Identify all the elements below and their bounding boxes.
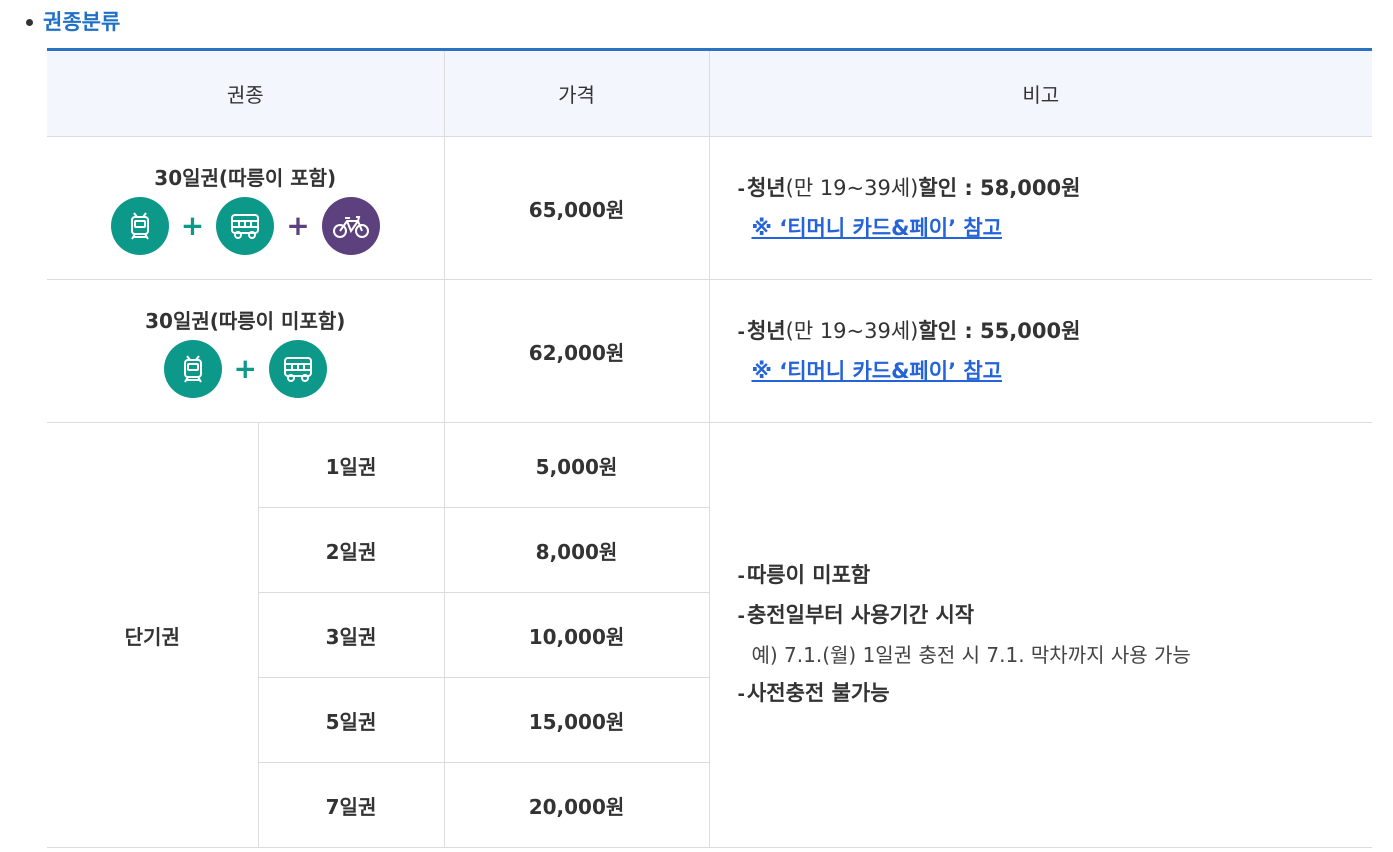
price-cell: 15,000원: [443, 677, 709, 763]
note-prefix: 청년: [746, 176, 786, 200]
price-cell: 20,000원: [443, 762, 709, 848]
note-discount-price: 할인 : 58,000원: [918, 176, 1081, 200]
header-ticket-type: 권종: [47, 49, 445, 137]
header-price: 가격: [443, 49, 710, 137]
transport-icons: +: [47, 339, 444, 398]
short-term-note-cell: - 따릉이 미포함 - 충전일부터 사용기간 시작 예) 7.1.(월) 1일권…: [708, 422, 1373, 848]
note-cell: - 청년 (만 19~39세) 할인 : 55,000원 ※ ‘티머니 카드&페…: [708, 279, 1373, 423]
note-text: 사전충전 불가능: [746, 681, 890, 705]
tmoney-reference-link[interactable]: ※ ‘티머니 카드&페이’ 참고: [752, 352, 1003, 390]
short-term-group-label: 단기권: [47, 422, 259, 848]
bus-icon: [268, 339, 327, 398]
ticket-type-table: 권종 가격 비고 30일권(따릉이 포함) + + 65,000원 - 청년 (…: [47, 48, 1372, 848]
note-prefix: 청년: [746, 319, 786, 343]
table-row: 30일권(따릉이 포함) + + 65,000원 - 청년 (만 19~39세)…: [47, 136, 1373, 280]
subway-icon: [110, 196, 169, 255]
bus-icon: [216, 196, 275, 255]
pass-name: 30일권(따릉이 미포함): [145, 308, 346, 333]
section-heading: 권종분류: [26, 6, 120, 36]
note-no-bike: - 따릉이 미포함: [738, 556, 1373, 596]
header-note: 비고: [708, 49, 1372, 137]
plus-icon: +: [286, 208, 310, 242]
bullet-icon: [26, 18, 33, 26]
price-cell: 10,000원: [443, 592, 709, 678]
note-text: 충전일부터 사용기간 시작: [746, 603, 975, 627]
discount-note: - 청년 (만 19~39세) 할인 : 55,000원: [738, 312, 1373, 352]
note-text: 따릉이 미포함: [746, 563, 871, 587]
bicycle-icon: [321, 196, 380, 255]
pass-name: 30일권(따릉이 포함): [154, 165, 337, 190]
dash-icon: -: [737, 322, 745, 343]
short-term-name: 1일권: [257, 422, 445, 508]
pass-type-cell: 30일권(따릉이 포함) + +: [47, 136, 445, 280]
price-cell: 62,000원: [443, 279, 710, 423]
plus-icon: +: [180, 208, 205, 242]
price-cell: 8,000원: [443, 507, 709, 593]
note-example: 예) 7.1.(월) 1일권 충전 시 7.1. 막차까지 사용 가능: [751, 643, 1191, 667]
plus-icon: +: [233, 351, 257, 385]
section-title: 권종분류: [43, 10, 121, 34]
short-term-name: 2일권: [258, 507, 445, 593]
note-age-range: (만 19~39세): [785, 176, 919, 200]
note-discount-price: 할인 : 55,000원: [918, 319, 1081, 343]
subway-icon: [163, 339, 222, 398]
short-term-name: 7일권: [258, 762, 445, 848]
transport-icons: + +: [47, 196, 444, 255]
table-row: 30일권(따릉이 미포함) + 62,000원 - 청년 (만 19~39세) …: [47, 279, 1373, 423]
dash-icon: -: [737, 566, 745, 587]
table-row: 단기권 1일권 5,000원 - 따릉이 미포함 - 충전일부터 사용기간 시작…: [47, 422, 1372, 848]
note-age-range: (만 19~39세): [785, 319, 919, 343]
note-cell: - 청년 (만 19~39세) 할인 : 58,000원 ※ ‘티머니 카드&페…: [708, 136, 1373, 280]
discount-note: - 청년 (만 19~39세) 할인 : 58,000원: [738, 169, 1373, 209]
short-term-name: 3일권: [258, 592, 445, 678]
tmoney-reference-link[interactable]: ※ ‘티머니 카드&페이’ 참고: [752, 209, 1003, 247]
dash-icon: -: [737, 179, 745, 200]
price-cell: 65,000원: [443, 136, 710, 280]
pass-type-cell: 30일권(따릉이 미포함) +: [47, 279, 445, 423]
table-header-row: 권종 가격 비고: [47, 49, 1372, 137]
note-no-precharge: - 사전충전 불가능: [738, 674, 1373, 714]
price-cell: 5,000원: [443, 422, 710, 508]
dash-icon: -: [737, 606, 745, 627]
dash-icon: -: [737, 684, 745, 705]
note-start-date: - 충전일부터 사용기간 시작: [738, 596, 1373, 636]
short-term-name: 5일권: [258, 677, 445, 763]
